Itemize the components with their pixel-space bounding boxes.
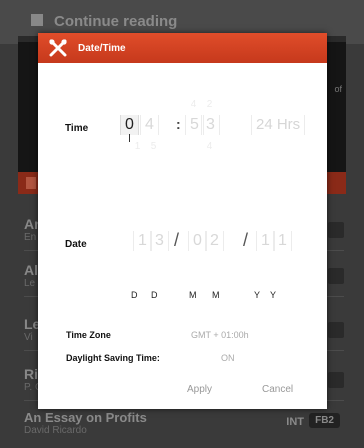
section-icon <box>26 177 36 189</box>
time-min-units-next: 4 <box>206 141 213 152</box>
date-format-label: D <box>151 290 158 300</box>
banner-text: of <box>334 84 342 94</box>
apply-button[interactable]: Apply <box>187 384 212 395</box>
time-hour-units-next: 5 <box>150 141 157 152</box>
dialog-title: Date/Time <box>78 43 126 54</box>
dst-label: Daylight Saving Time: <box>66 353 160 363</box>
date-month-units-spinner[interactable]: 2 <box>205 231 224 251</box>
book-icon <box>31 14 43 26</box>
time-min-units-prev: 2 <box>206 99 213 110</box>
time-min-tens-prev: 4 <box>190 99 197 110</box>
list-item-last[interactable]: An Essay on Profits David Ricardo INT FB… <box>24 410 344 440</box>
item-author: En <box>24 232 37 243</box>
date-separator: / <box>174 230 180 250</box>
date-day-units-spinner[interactable]: 3 <box>150 231 169 251</box>
time-separator: : <box>176 116 181 132</box>
item-title: An Essay on Profits <box>24 410 147 425</box>
header-title: Continue reading <box>54 13 178 30</box>
lang-badge: INT <box>286 416 304 428</box>
item-title: Al <box>24 262 38 278</box>
item-title: Ri <box>24 366 38 382</box>
time-hour-tens-spinner[interactable]: 0 <box>120 115 139 135</box>
time-cursor <box>129 134 130 142</box>
time-format-toggle[interactable]: 24 Hrs <box>251 115 306 135</box>
time-min-units-spinner[interactable]: 3 <box>201 115 220 135</box>
date-format-label: M <box>189 290 197 300</box>
item-author: Vi <box>24 332 33 343</box>
format-badge <box>328 322 344 338</box>
datetime-dialog: Date/Time Time 1 5 4 2 4 0 4 : 5 3 24 Hr… <box>38 33 327 409</box>
format-badge: FB2 <box>309 413 340 428</box>
dialog-titlebar: Date/Time <box>38 33 327 63</box>
date-separator: / <box>243 230 249 250</box>
time-label: Time <box>65 123 89 134</box>
item-author: Le <box>24 278 36 289</box>
timezone-value[interactable]: GMT + 01:00h <box>191 330 249 340</box>
tools-icon <box>49 39 67 57</box>
time-hour-tens-next: 1 <box>134 141 141 152</box>
time-hour-units-spinner[interactable]: 4 <box>140 115 159 135</box>
format-badge <box>328 268 344 284</box>
dst-value[interactable]: ON <box>221 353 235 363</box>
date-format-label: Y <box>270 290 277 300</box>
date-format-label: M <box>212 290 220 300</box>
date-label: Date <box>65 239 87 250</box>
format-badge <box>328 222 344 238</box>
cancel-button[interactable]: Cancel <box>262 384 293 395</box>
format-badge <box>328 372 344 388</box>
item-author: David Ricardo <box>24 425 87 436</box>
date-year-units-spinner[interactable]: 1 <box>273 231 292 251</box>
date-format-label: Y <box>254 290 261 300</box>
timezone-label: Time Zone <box>66 330 111 340</box>
date-format-label: D <box>131 290 138 300</box>
